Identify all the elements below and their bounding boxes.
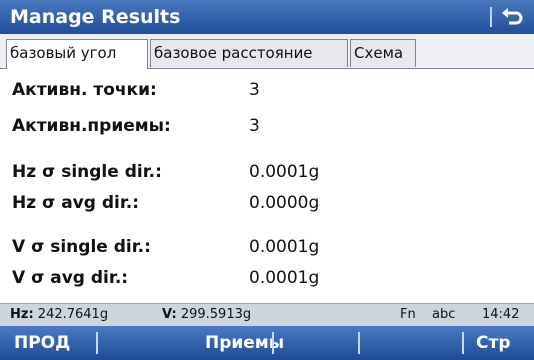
active-points-value: 3 — [249, 80, 260, 100]
status-bar: Hz: 242.7641g V: 299.5913g Fn abc 14:42 — [0, 303, 534, 326]
v-single-dir-value: 0.0001g — [249, 237, 320, 257]
fn-indicator: Fn — [400, 307, 416, 322]
softkey-divider — [272, 332, 274, 354]
hz-readout: Hz: 242.7641g — [10, 304, 108, 326]
v-avg-dir-label: V σ avg dir.: — [12, 268, 129, 288]
v-readout-value: 299.5913g — [180, 307, 252, 322]
softkey-continue[interactable]: ПРОД — [14, 326, 70, 360]
back-arrow-icon[interactable] — [500, 6, 524, 28]
v-readout-label: V: — [162, 307, 177, 322]
active-points-label: Активн. точки: — [12, 80, 157, 100]
tab-bar: базовый угол базовое расстояние Схема — [0, 34, 534, 69]
hz-readout-value: 242.7641g — [37, 307, 109, 322]
hz-avg-dir-label: Hz σ avg dir.: — [12, 193, 140, 213]
active-sets-value: 3 — [249, 116, 260, 136]
softkey-divider — [96, 332, 98, 354]
v-readout: V: 299.5913g — [162, 304, 251, 326]
active-sets-label: Активн.приемы: — [12, 116, 171, 136]
softkey-page[interactable]: Стр — [476, 326, 511, 360]
window-title: Manage Results — [10, 6, 181, 28]
softkey-bar: ПРОД Приемы Стр — [0, 326, 534, 360]
hz-single-dir-label: Hz σ single dir.: — [12, 162, 162, 182]
v-avg-dir-value: 0.0001g — [249, 268, 320, 288]
hz-single-dir-value: 0.0001g — [249, 162, 320, 182]
tab-base-distance[interactable]: базовое расстояние — [150, 39, 348, 67]
title-divider — [490, 7, 492, 27]
softkey-divider — [358, 332, 360, 354]
tab-base-angle[interactable]: базовый угол — [6, 39, 148, 69]
title-bar: Manage Results — [0, 0, 534, 34]
input-mode-indicator: abc — [432, 307, 456, 322]
v-single-dir-label: V σ single dir.: — [12, 237, 151, 257]
clock: 14:42 — [482, 307, 520, 322]
hz-readout-label: Hz: — [10, 307, 34, 322]
softkey-divider — [462, 332, 464, 354]
hz-avg-dir-value: 0.0000g — [249, 193, 320, 213]
tab-scheme[interactable]: Схема — [350, 39, 416, 67]
